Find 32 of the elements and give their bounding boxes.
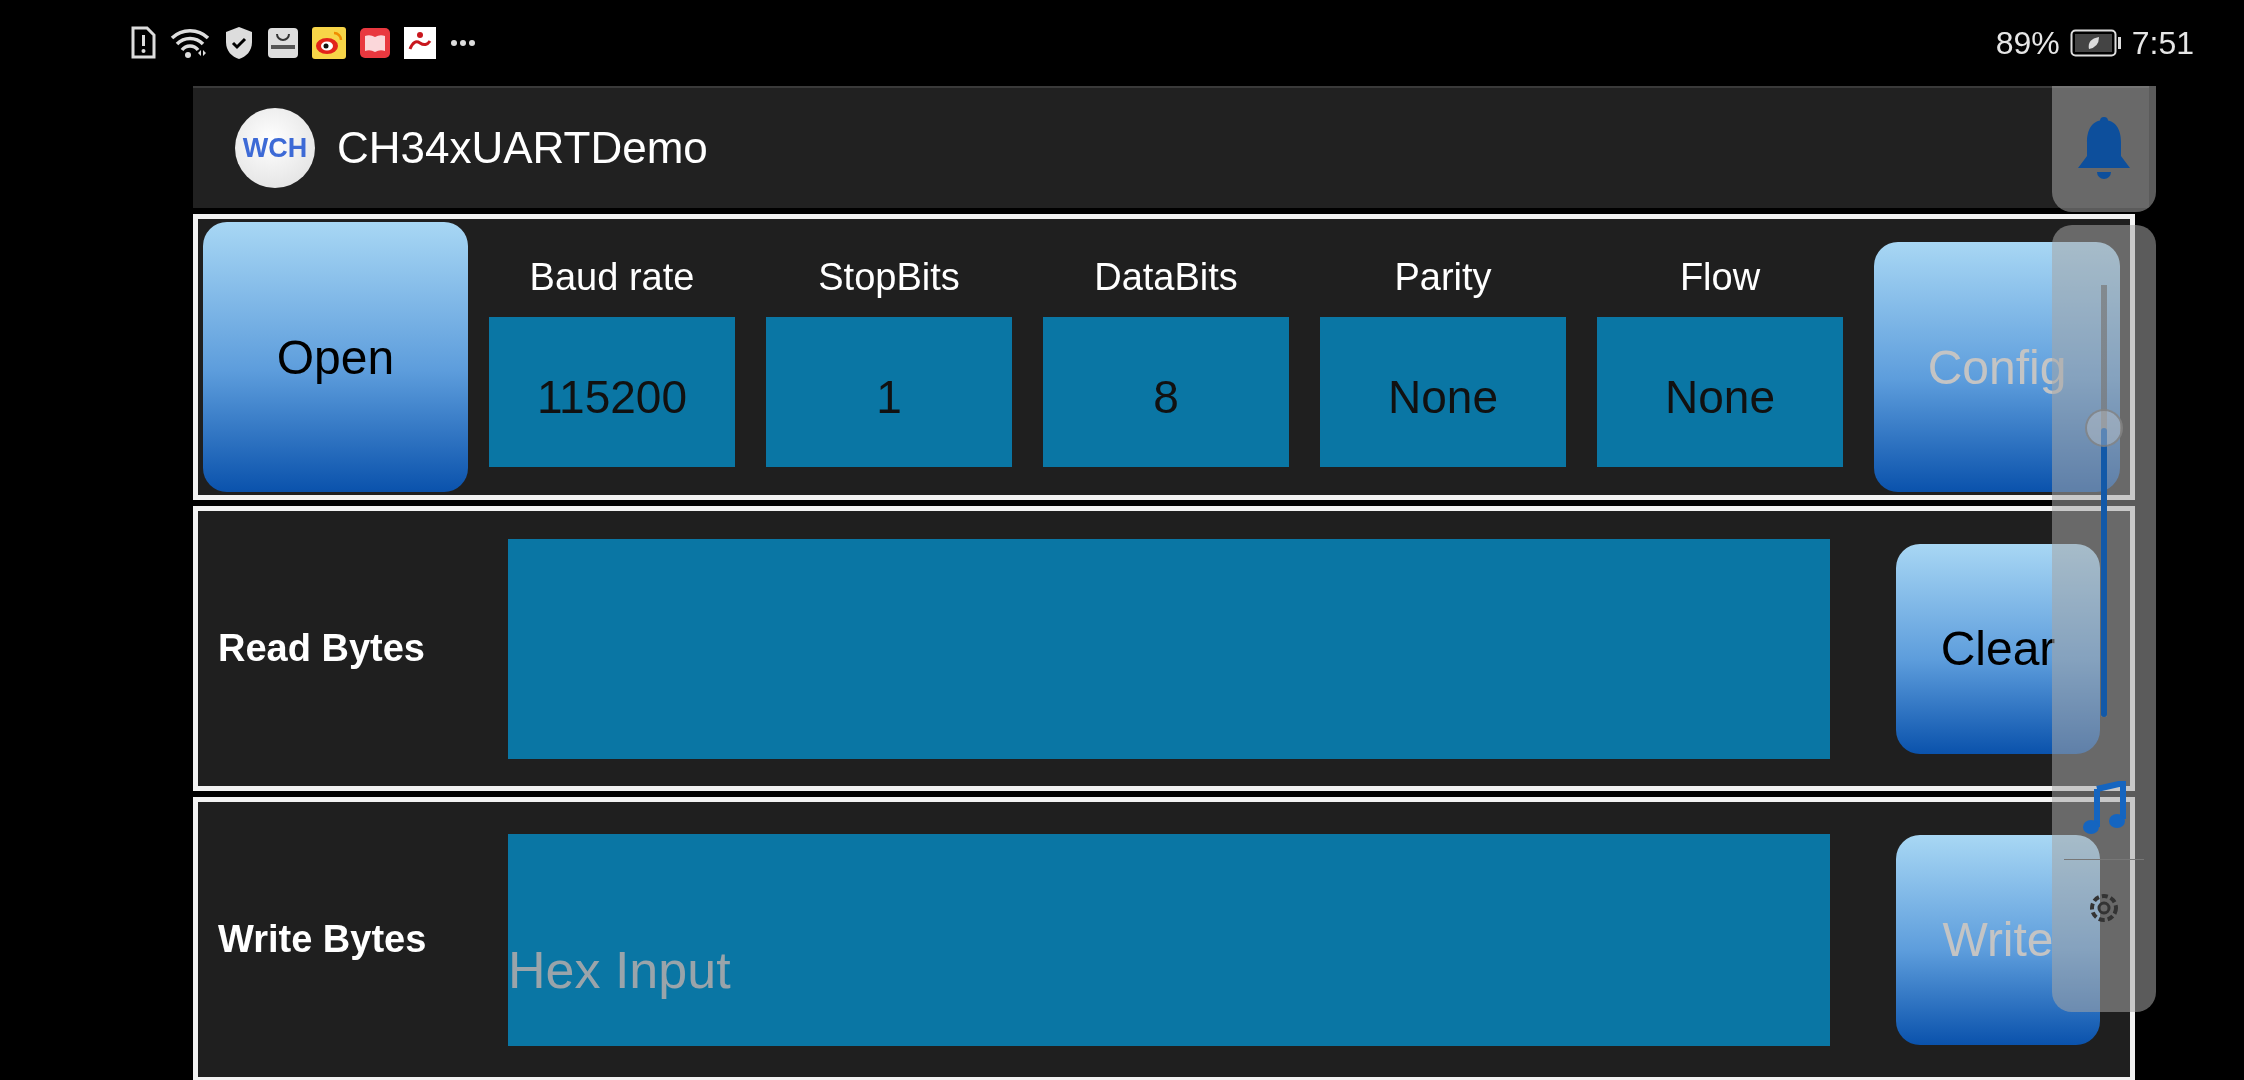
- wifi-icon: [170, 27, 210, 59]
- field-label: StopBits: [818, 255, 960, 300]
- field-label: Flow: [1679, 255, 1761, 300]
- setting-value-field[interactable]: 1: [766, 317, 1012, 467]
- clock-time: 7:51: [2131, 24, 2194, 62]
- field-label: Parity: [1394, 255, 1492, 300]
- open-button[interactable]: Open: [203, 222, 468, 492]
- eye-app-icon: [312, 27, 346, 59]
- sim-alert-icon: [130, 26, 156, 60]
- shopping-bag-app-icon: [268, 28, 298, 58]
- slider-thumb[interactable]: [2085, 408, 2123, 447]
- book-app-icon: [360, 28, 390, 58]
- field-label: DataBits: [1094, 255, 1238, 300]
- app-logo: WCH: [235, 108, 315, 188]
- battery-percentage: 89%: [1995, 24, 2060, 62]
- swirl-app-icon: [404, 27, 436, 59]
- bell-icon: [2075, 116, 2133, 182]
- more-icon: [450, 39, 476, 47]
- setting-value-field[interactable]: None: [1320, 317, 1566, 467]
- setting-value-field[interactable]: None: [1597, 317, 1843, 467]
- read-bytes-label: Read Bytes: [218, 627, 426, 670]
- read-output-field[interactable]: [508, 538, 1830, 759]
- field-label: Baud rate: [529, 255, 695, 300]
- app-title: CH34xUARTDemo: [337, 123, 708, 173]
- clear-button[interactable]: Clear: [1896, 543, 2100, 754]
- write-bytes-label: Write Bytes: [218, 918, 428, 961]
- hex-input-field[interactable]: Hex Input: [508, 833, 1830, 1046]
- shield-check-icon: [224, 26, 254, 60]
- battery-icon: [2069, 29, 2122, 57]
- setting-value-field[interactable]: 115200: [489, 317, 735, 467]
- setting-value-field[interactable]: 8: [1043, 317, 1289, 467]
- music-note-icon[interactable]: [2081, 781, 2127, 837]
